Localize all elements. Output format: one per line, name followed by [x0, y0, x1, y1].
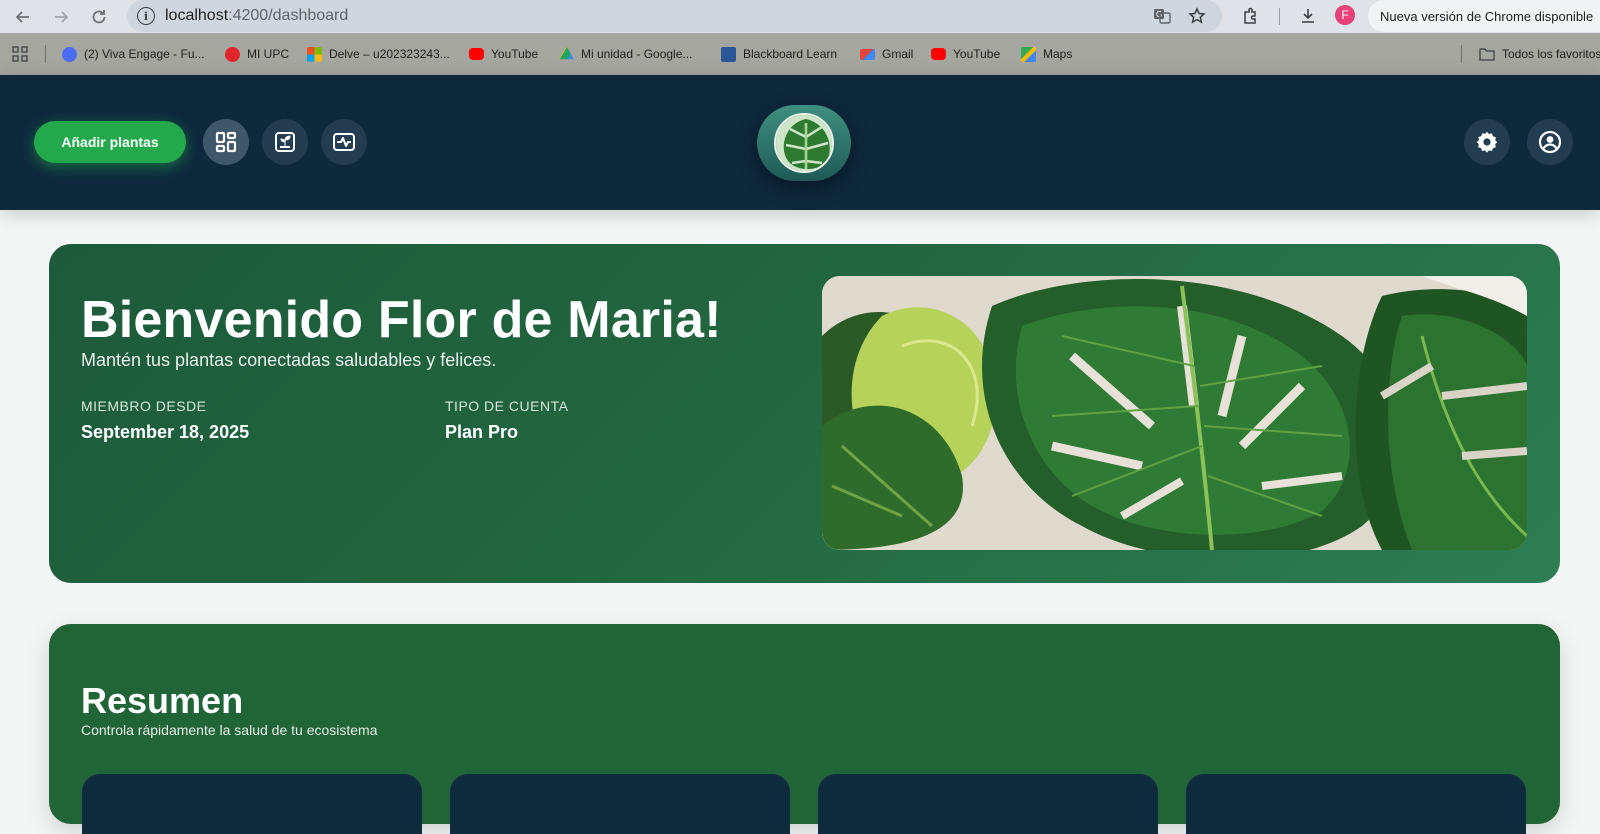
bookmark-delve[interactable]: Delve – u202323243... — [307, 45, 450, 63]
stat-card[interactable] — [1186, 774, 1526, 834]
arrow-left-icon — [15, 11, 29, 23]
welcome-subtitle: Mantén tus plantas conectadas saludables… — [81, 350, 497, 370]
folder-icon — [1479, 48, 1495, 61]
reload-icon — [92, 10, 106, 24]
gmail-icon — [860, 48, 875, 60]
bookmark-label: Mi unidad - Google... — [581, 47, 693, 61]
site-info-icon[interactable]: i — [137, 7, 155, 25]
bookmark-maps[interactable]: Maps — [1021, 45, 1072, 63]
bookmark-star-icon[interactable] — [1187, 6, 1207, 26]
bookmark-mi-upc[interactable]: MI UPC — [225, 45, 289, 63]
extensions-icon[interactable] — [1240, 6, 1260, 26]
summary-card: Resumen Controla rápidamente la salud de… — [49, 624, 1560, 834]
url-host: localhost — [165, 7, 229, 24]
bookmarks-divider — [45, 45, 46, 63]
svg-text:G: G — [1156, 10, 1162, 19]
maps-icon — [1021, 46, 1036, 62]
bookmark-label: Maps — [1043, 47, 1073, 61]
plant-box-icon — [275, 132, 295, 152]
google-drive-icon — [559, 46, 574, 60]
activity-icon — [333, 133, 355, 151]
youtube-icon — [469, 48, 484, 60]
blackboard-icon — [721, 46, 736, 62]
settings-button[interactable] — [1464, 119, 1510, 165]
bookmark-label: MI UPC — [247, 47, 289, 61]
stat-card[interactable] — [82, 774, 422, 834]
add-plants-button[interactable]: Añadir plantas — [34, 121, 186, 163]
activity-nav-button[interactable] — [321, 119, 367, 165]
dashboard-nav-button[interactable] — [203, 119, 249, 165]
bookmark-label: YouTube — [953, 47, 1001, 61]
account-type-label: TIPO DE CUENTA — [445, 398, 569, 414]
browser-toolbar: i localhost:4200/dashboard G F Nueva ver… — [0, 0, 1600, 33]
account-icon — [1538, 130, 1562, 154]
youtube-icon — [931, 48, 946, 60]
bookmark-blackboard[interactable]: Blackboard Learn — [721, 45, 837, 63]
summary-title: Resumen — [81, 680, 244, 721]
chrome-update-button[interactable]: Nueva versión de Chrome disponible — [1368, 0, 1600, 32]
plants-nav-button[interactable] — [262, 119, 308, 165]
monstera-hero-image — [822, 276, 1527, 550]
microsoft-icon — [307, 46, 322, 62]
address-bar[interactable]: i localhost:4200/dashboard G — [127, 0, 1222, 32]
url-path: :4200/dashboard — [228, 7, 349, 24]
member-since-value: September 18, 2025 — [81, 422, 250, 442]
account-button[interactable] — [1527, 119, 1573, 165]
bookmarks-bar: (2) Viva Engage - Fu... MI UPC Delve – u… — [0, 33, 1600, 75]
bookmark-gmail[interactable]: Gmail — [860, 45, 913, 63]
welcome-card: Bienvenido Flor de Maria! Mantén tus pla… — [49, 244, 1560, 583]
viva-engage-icon — [62, 46, 77, 62]
app-logo[interactable] — [757, 105, 851, 181]
url-text[interactable]: localhost:4200/dashboard — [165, 7, 348, 25]
all-bookmarks-label: Todos los favoritos — [1502, 47, 1600, 61]
arrow-right-icon — [55, 11, 69, 23]
translate-icon[interactable]: G — [1152, 6, 1172, 26]
bookmark-label: YouTube — [491, 47, 539, 61]
bookmarks-divider-right — [1461, 45, 1462, 63]
monstera-logo-image — [774, 113, 834, 173]
reload-button[interactable] — [87, 5, 111, 29]
account-type-value: Plan Pro — [445, 422, 519, 442]
all-bookmarks-folder[interactable]: Todos los favoritos — [1479, 45, 1600, 63]
member-since-label: MIEMBRO DESDE — [81, 398, 207, 414]
bookmark-label: Delve – u202323243... — [329, 47, 450, 61]
settings-icon — [1476, 131, 1498, 153]
forward-button[interactable] — [49, 5, 73, 29]
bookmark-label: Blackboard Learn — [743, 47, 838, 61]
stat-card[interactable] — [818, 774, 1158, 834]
apps-grid-icon[interactable] — [12, 45, 28, 63]
dashboard-icon — [215, 131, 237, 153]
bookmark-label: (2) Viva Engage - Fu... — [84, 47, 205, 61]
app-header: Añadir plantas — [0, 75, 1600, 210]
stat-card[interactable] — [450, 774, 790, 834]
downloads-icon[interactable] — [1298, 6, 1318, 26]
profile-avatar[interactable]: F — [1335, 5, 1355, 25]
bookmark-youtube-2[interactable]: YouTube — [931, 45, 1000, 63]
bookmark-google-drive[interactable]: Mi unidad - Google... — [559, 45, 692, 63]
summary-subtitle: Controla rápidamente la salud de tu ecos… — [81, 722, 378, 738]
toolbar-divider — [1279, 8, 1280, 25]
upc-icon — [225, 46, 240, 62]
back-button[interactable] — [11, 5, 35, 29]
bookmark-label: Gmail — [882, 47, 914, 61]
bookmark-viva-engage[interactable]: (2) Viva Engage - Fu... — [62, 45, 205, 63]
welcome-title: Bienvenido Flor de Maria! — [81, 291, 722, 349]
bookmark-youtube[interactable]: YouTube — [469, 45, 538, 63]
